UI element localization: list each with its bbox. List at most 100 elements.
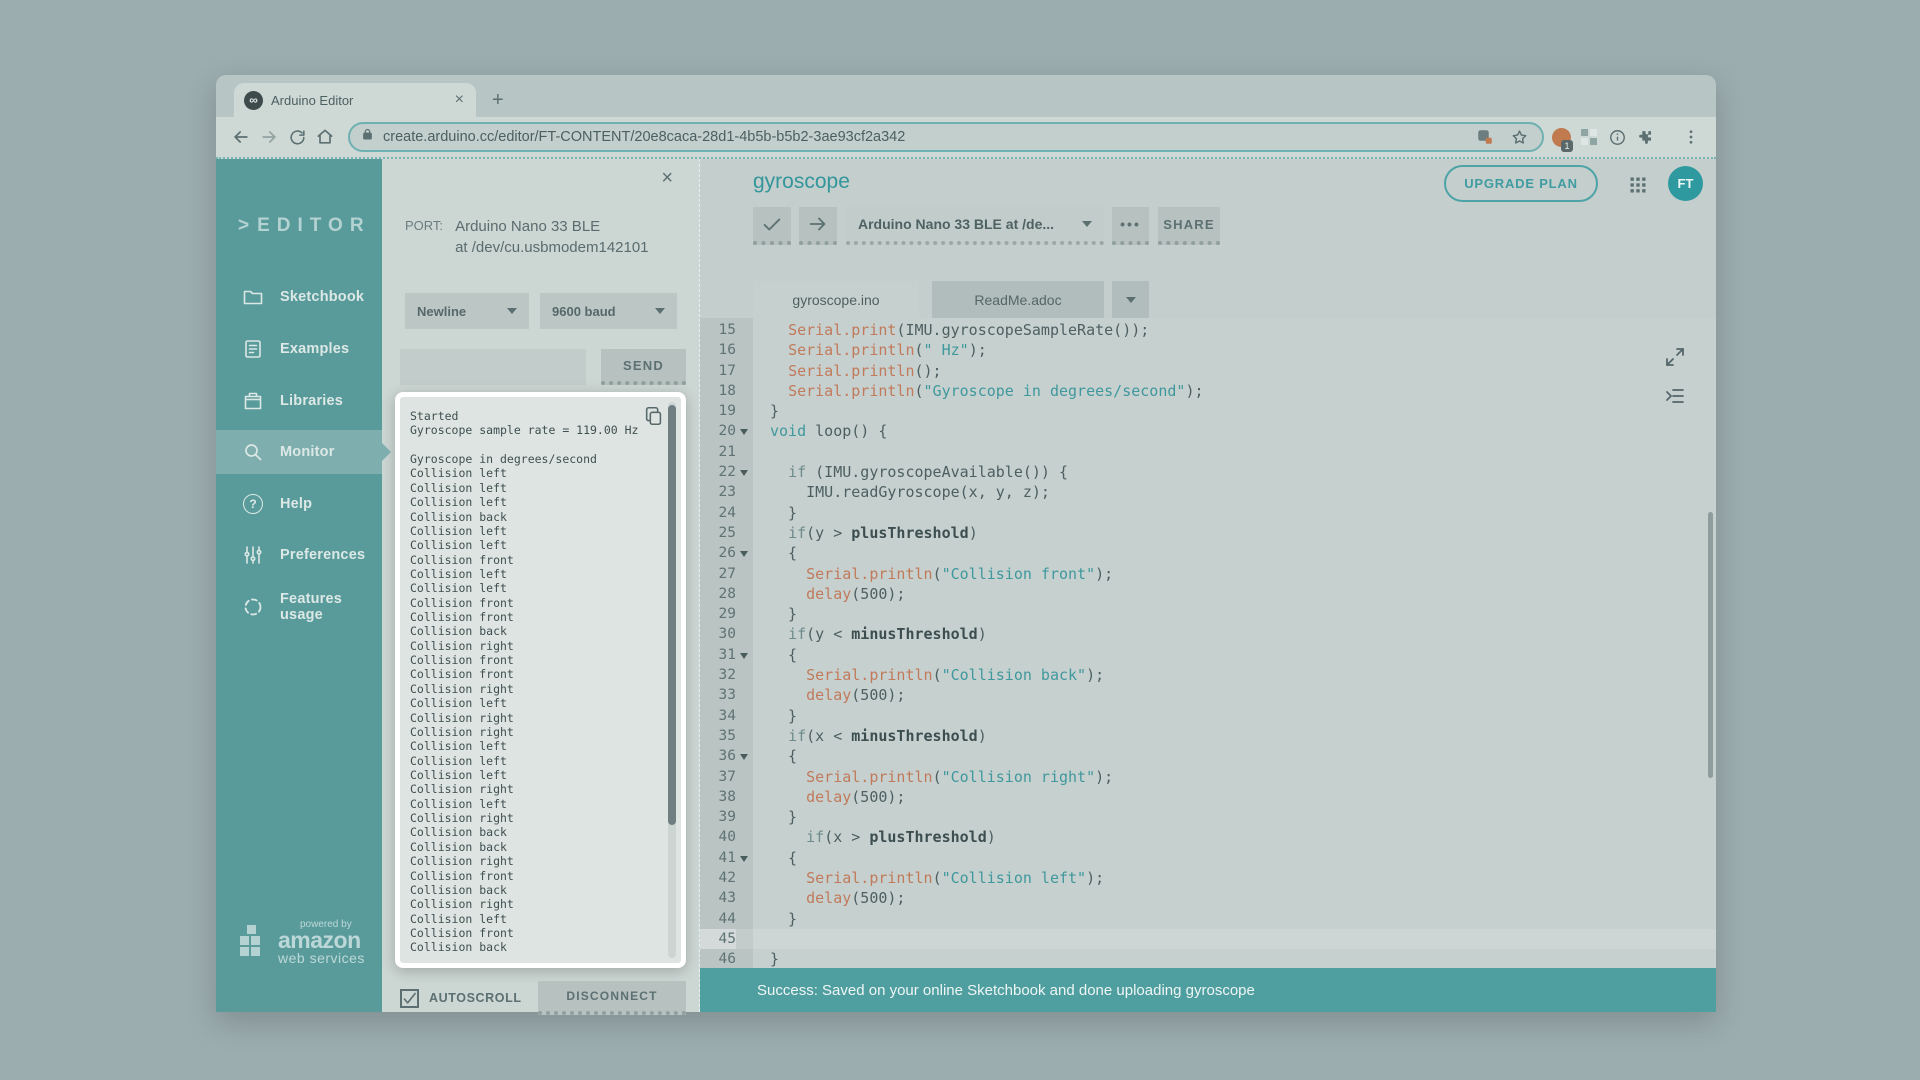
- site-permission-icon[interactable]: [1472, 124, 1498, 150]
- browser-tab[interactable]: ∞ Arduino Editor ×: [234, 83, 476, 117]
- checkered-extension-icon[interactable]: [1578, 124, 1600, 150]
- forward-icon[interactable]: [258, 124, 280, 150]
- code-line: 40 if(x > plusThreshold): [700, 827, 1716, 847]
- monitor-output-line: Gyroscope in degrees/second: [410, 452, 661, 466]
- home-icon[interactable]: [314, 124, 336, 150]
- sliders-icon: [240, 542, 266, 568]
- send-button[interactable]: SEND: [601, 349, 686, 385]
- tabs-dropdown-button[interactable]: [1112, 281, 1149, 318]
- baud-rate-select[interactable]: 9600 baud: [540, 293, 677, 329]
- fold-caret-icon[interactable]: [736, 645, 753, 665]
- url-bar[interactable]: create.arduino.cc/editor/FT-CONTENT/20e8…: [348, 122, 1544, 152]
- monitor-output-line: Collision left: [410, 754, 661, 768]
- sidebar-item-features-usage[interactable]: Features usage: [216, 585, 382, 629]
- monitor-output-line: Collision front: [410, 610, 661, 624]
- serial-monitor-panel: × PORT: Arduino Nano 33 BLE at /dev/cu.u…: [382, 159, 700, 1012]
- upload-button[interactable]: [799, 207, 837, 245]
- arduino-editor-app: >EDITOR Sketchbook Examples: [216, 159, 1716, 1012]
- code-line: 39 }: [700, 807, 1716, 827]
- port-path: at /dev/cu.usbmodem142101: [455, 237, 648, 258]
- more-actions-button[interactable]: •••: [1112, 207, 1149, 245]
- upgrade-plan-button[interactable]: UPGRADE PLAN: [1444, 165, 1598, 202]
- avatar[interactable]: FT: [1668, 166, 1703, 201]
- tab-readme-adoc[interactable]: ReadMe.adoc: [932, 281, 1104, 318]
- info-icon[interactable]: [1606, 124, 1628, 150]
- monitor-output-line: Collision back: [410, 883, 661, 897]
- browser-menu-icon[interactable]: [1680, 124, 1702, 150]
- code-line: 20void loop() {: [700, 421, 1716, 441]
- profile-extension-icon[interactable]: 1: [1550, 124, 1572, 150]
- fold-caret-icon[interactable]: [736, 746, 753, 766]
- code-line: 25 if(y > plusThreshold): [700, 523, 1716, 543]
- monitor-output-line: Collision right: [410, 811, 661, 825]
- outline-format-icon[interactable]: [1663, 384, 1687, 413]
- monitor-output-line: Collision left: [410, 768, 661, 782]
- tab-gyroscope-ino[interactable]: gyroscope.ino: [753, 281, 919, 318]
- monitor-output-line: Collision back: [410, 840, 661, 854]
- autoscroll-checkbox[interactable]: [400, 989, 419, 1008]
- fold-caret-icon[interactable]: [736, 421, 753, 441]
- code-line: 18 Serial.println("Gyroscope in degrees/…: [700, 381, 1716, 401]
- monitor-output-box: StartedGyroscope sample rate = 119.00 Hz…: [395, 392, 686, 968]
- fold-caret-icon[interactable]: [736, 462, 753, 482]
- sidebar-item-help[interactable]: ? Help: [216, 482, 382, 526]
- reload-icon[interactable]: [286, 124, 308, 150]
- url-text: create.arduino.cc/editor/FT-CONTENT/20e8…: [383, 129, 1464, 145]
- monitor-output-line: Collision left: [410, 912, 661, 926]
- extensions-puzzle-icon[interactable]: [1634, 124, 1656, 150]
- code-line: 34 }: [700, 706, 1716, 726]
- monitor-output-line: Collision right: [410, 639, 661, 653]
- browser-tab-bar: ∞ Arduino Editor × +: [216, 75, 1716, 117]
- monitor-output-line: Collision back: [410, 940, 661, 954]
- copy-icon[interactable]: [643, 405, 665, 432]
- verify-button[interactable]: [753, 207, 791, 245]
- sidebar-item-sketchbook[interactable]: Sketchbook: [216, 275, 382, 319]
- status-bar: Success: Saved on your online Sketchbook…: [700, 968, 1716, 1012]
- expand-editor-icon[interactable]: [1663, 345, 1687, 374]
- chevron-down-icon: [1126, 297, 1136, 303]
- sidebar-item-libraries[interactable]: Libraries: [216, 379, 382, 423]
- editor-scrollbar-thumb[interactable]: [1708, 512, 1713, 778]
- fold-caret-icon[interactable]: [736, 543, 753, 563]
- monitor-close-icon[interactable]: ×: [661, 167, 673, 190]
- fold-caret-icon[interactable]: [736, 848, 753, 868]
- tab-close-icon[interactable]: ×: [453, 91, 466, 109]
- usage-icon: [240, 594, 266, 620]
- aws-cubes-icon: [238, 919, 270, 968]
- sidebar-item-examples[interactable]: Examples: [216, 327, 382, 371]
- monitor-scrollbar-thumb[interactable]: [668, 405, 676, 825]
- monitor-output-line: Gyroscope sample rate = 119.00 Hz: [410, 423, 661, 437]
- back-icon[interactable]: [230, 124, 252, 150]
- libraries-icon: [240, 388, 266, 414]
- disconnect-button[interactable]: DISCONNECT: [538, 981, 686, 1015]
- monitor-output-line: Collision back: [410, 624, 661, 638]
- monitor-output-line: Collision left: [410, 481, 661, 495]
- code-line: 16 Serial.println(" Hz");: [700, 340, 1716, 360]
- monitor-output-line: Collision right: [410, 711, 661, 725]
- serial-message-input[interactable]: [400, 349, 586, 385]
- monitor-output-line: Collision left: [410, 495, 661, 509]
- line-ending-select[interactable]: Newline: [405, 293, 529, 329]
- sidebar-item-preferences[interactable]: Preferences: [216, 533, 382, 577]
- code-line: 15 Serial.print(IMU.gyroscopeSampleRate(…: [700, 320, 1716, 340]
- new-tab-button[interactable]: +: [492, 89, 504, 112]
- monitor-output-line: Collision left: [410, 581, 661, 595]
- lock-icon: [360, 127, 375, 147]
- code-lines: 15 Serial.print(IMU.gyroscopeSampleRate(…: [700, 320, 1716, 970]
- browser-window: ∞ Arduino Editor × +: [216, 75, 1716, 1012]
- board-selector[interactable]: Arduino Nano 33 BLE at /de...: [846, 207, 1104, 245]
- code-line: 24 }: [700, 503, 1716, 523]
- chevron-down-icon: [507, 308, 517, 314]
- monitor-output-line: Collision left: [410, 567, 661, 581]
- code-line: 38 delay(500);: [700, 787, 1716, 807]
- monitor-output-line: Collision right: [410, 897, 661, 911]
- tab-title: Arduino Editor: [271, 93, 445, 108]
- code-line: 31 {: [700, 645, 1716, 665]
- monitor-output-line: Collision left: [410, 797, 661, 811]
- sidebar-item-monitor[interactable]: Monitor: [216, 430, 382, 474]
- monitor-output-line: Collision left: [410, 466, 661, 480]
- apps-grid-icon[interactable]: [1628, 175, 1648, 200]
- bookmark-star-icon[interactable]: [1506, 124, 1532, 150]
- monitor-output-line: Collision left: [410, 739, 661, 753]
- share-button[interactable]: SHARE: [1158, 207, 1220, 245]
